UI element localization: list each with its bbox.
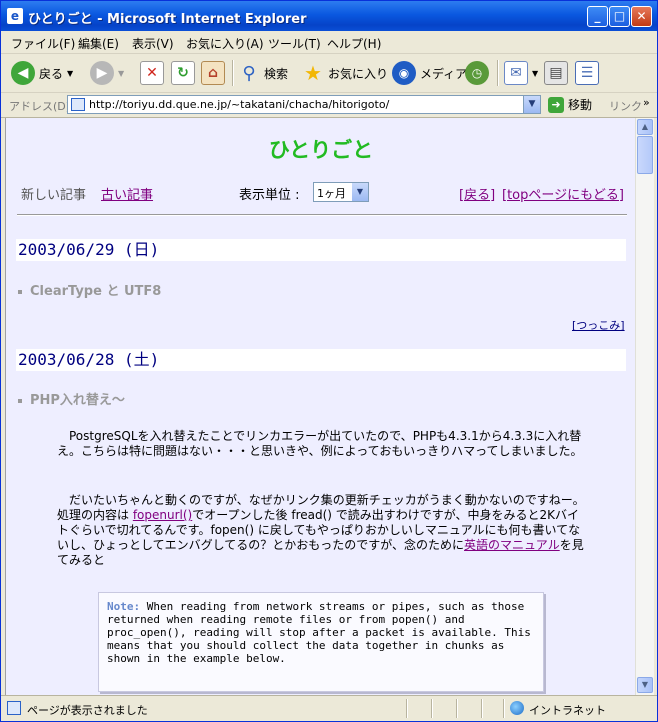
- toolbar-separator: [497, 60, 499, 86]
- page-title: ひとりごと: [268, 138, 374, 162]
- note-label: Note:: [107, 600, 141, 613]
- menu-edit[interactable]: 編集(E): [78, 35, 119, 52]
- page-icon: [71, 98, 85, 111]
- address-dropdown-button[interactable]: ▼: [523, 96, 540, 113]
- entry-paragraph: PostgreSQLを入れ替えたことでリンカエラーが出ていたので、PHPも4.3…: [57, 429, 583, 458]
- maximize-button[interactable]: □: [609, 6, 630, 27]
- chevron-down-icon: ▼: [352, 183, 368, 201]
- history-button[interactable]: ◷: [465, 54, 489, 92]
- links-button[interactable]: リンク: [609, 98, 642, 114]
- newer-articles-label: 新しい記事: [21, 188, 87, 203]
- page-content: ひとりごと 新しい記事 古い記事 表示単位 : 1ヶ月 ▼ [戻る] [topペ…: [5, 118, 636, 695]
- older-articles-link[interactable]: 古い記事: [101, 184, 153, 203]
- address-label: アドレス(D): [9, 100, 71, 113]
- favorites-button[interactable]: ★ お気に入り: [302, 54, 388, 92]
- browser-window: e ひとりごと - Microsoft Internet Explorer _ …: [0, 0, 658, 722]
- search-label: 検索: [264, 66, 289, 81]
- back-button[interactable]: ◀ 戻る ▼: [11, 54, 73, 92]
- vertical-scrollbar[interactable]: ▲ ▼: [635, 118, 654, 695]
- scroll-down-button[interactable]: ▼: [637, 677, 653, 693]
- status-divider: [503, 699, 505, 718]
- window-title: ひとりごと - Microsoft Internet Explorer: [28, 12, 307, 27]
- history-icon: ◷: [465, 61, 489, 85]
- search-button[interactable]: ⚲ 検索: [238, 54, 288, 92]
- status-divider: [456, 699, 458, 718]
- tsukkomi-link[interactable]: [つっこみ]: [572, 317, 625, 333]
- manual-note-box: Note: When reading from network streams …: [98, 592, 544, 692]
- date-heading: 2003/06/29 (日): [16, 239, 626, 261]
- mail-button[interactable]: ✉ ▼: [504, 54, 538, 92]
- chevron-down-icon: ▼: [67, 68, 74, 78]
- edit-page-icon: ☰: [575, 61, 599, 85]
- menu-bar: ファイル(F) 編集(E) 表示(V) お気に入り(A) ツール(T) ヘルプ(…: [1, 31, 657, 80]
- status-divider: [431, 699, 433, 718]
- back-link[interactable]: [戻る]: [459, 184, 495, 203]
- security-zone: イントラネット: [529, 704, 606, 717]
- fopenurl-link[interactable]: fopenurl(): [133, 508, 192, 522]
- printer-icon: ▤: [544, 61, 568, 85]
- stop-button[interactable]: ✕: [140, 54, 164, 92]
- go-button[interactable]: ➜ 移動: [548, 96, 592, 113]
- menu-file[interactable]: ファイル(F): [11, 35, 75, 52]
- minimize-button[interactable]: _: [587, 6, 608, 27]
- display-unit-select[interactable]: 1ヶ月 ▼: [313, 182, 369, 202]
- globe-icon: [510, 701, 524, 715]
- mail-icon: ✉: [504, 61, 528, 85]
- address-url: http://toriyu.dd.que.ne.jp/~takatani/cha…: [89, 98, 390, 111]
- go-label: 移動: [568, 98, 593, 112]
- scrollbar-thumb[interactable]: [637, 136, 653, 174]
- address-input[interactable]: http://toriyu.dd.que.ne.jp/~takatani/cha…: [67, 95, 541, 114]
- star-icon: ★: [304, 61, 322, 85]
- media-label: メディア: [420, 66, 468, 81]
- toolbar-separator: [232, 60, 234, 86]
- page-nav: 新しい記事 古い記事 表示単位 : 1ヶ月 ▼ [戻る] [topページにもどる…: [21, 182, 627, 204]
- display-unit-value: 1ヶ月: [317, 187, 346, 200]
- chevron-down-icon: ▼: [118, 68, 125, 78]
- title-bar[interactable]: e ひとりごと - Microsoft Internet Explorer _ …: [1, 1, 657, 31]
- status-text: ページが表示されました: [27, 704, 148, 717]
- stop-icon: ✕: [140, 61, 164, 85]
- menu-help[interactable]: ヘルプ(H): [327, 35, 381, 52]
- home-button[interactable]: ⌂: [201, 54, 225, 92]
- back-arrow-icon: ◀: [11, 61, 35, 85]
- menu-favorites[interactable]: お気に入り(A): [186, 35, 264, 52]
- page-icon: [7, 701, 21, 715]
- address-bar: アドレス(D) http://toriyu.dd.que.ne.jp/~taka…: [1, 93, 657, 118]
- entry-paragraph: だいたいちゃんと動くのですが、なぜかリンク集の更新チェッカがうまく動かないのです…: [57, 493, 585, 567]
- entry-title: PHP入れ替え〜: [18, 389, 125, 408]
- forward-arrow-icon: ▶: [90, 61, 114, 85]
- menu-view[interactable]: 表示(V): [132, 35, 174, 52]
- chevron-down-icon: ▼: [532, 68, 539, 78]
- english-manual-link[interactable]: 英語のマニュアル: [464, 538, 560, 552]
- media-icon: ◉: [392, 61, 416, 85]
- refresh-button[interactable]: ↻: [171, 54, 195, 92]
- edit-button[interactable]: ☰: [575, 54, 599, 92]
- print-button[interactable]: ▤: [544, 54, 568, 92]
- home-icon: ⌂: [201, 61, 225, 85]
- top-page-link[interactable]: [topページにもどる]: [502, 184, 624, 203]
- display-unit-label: 表示単位 :: [239, 188, 300, 203]
- entry-title: ClearType と UTF8: [18, 280, 161, 299]
- back-label: 戻る: [39, 66, 64, 81]
- ie-logo-icon: e: [7, 8, 23, 24]
- status-divider: [481, 699, 483, 718]
- scroll-up-button[interactable]: ▲: [637, 119, 653, 135]
- media-button[interactable]: ◉ メディア: [392, 54, 467, 92]
- close-button[interactable]: ✕: [631, 6, 652, 27]
- divider: [17, 214, 627, 216]
- toolbar: ◀ 戻る ▼ ▶ ▼ ✕ ↻ ⌂ ⚲ 検索 ★ お気に入り ◉ メディア ◷ ✉…: [1, 54, 657, 93]
- note-text: When reading from network streams or pip…: [107, 600, 531, 665]
- go-arrow-icon: ➜: [548, 96, 564, 113]
- date-heading: 2003/06/28 (土): [16, 349, 626, 371]
- favorites-label: お気に入り: [328, 66, 389, 81]
- status-bar: ページが表示されました イントラネット: [1, 695, 657, 721]
- forward-button[interactable]: ▶ ▼: [90, 54, 124, 92]
- status-divider: [406, 699, 408, 718]
- links-chevron-icon[interactable]: »: [643, 96, 650, 109]
- search-icon: ⚲: [242, 62, 256, 84]
- menu-tools[interactable]: ツール(T): [268, 35, 321, 52]
- refresh-icon: ↻: [171, 61, 195, 85]
